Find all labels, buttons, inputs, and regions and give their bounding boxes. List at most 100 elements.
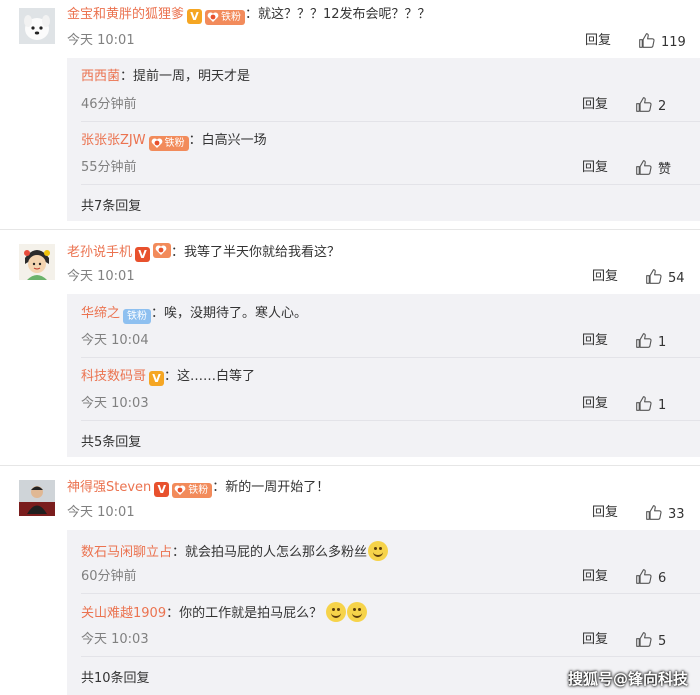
- reply-time: 今天 10:03: [81, 632, 149, 647]
- username-link[interactable]: 老孙说手机: [67, 245, 132, 260]
- divider: [0, 465, 700, 466]
- fan-badge: 铁粉: [205, 10, 246, 25]
- like-count: 33: [668, 507, 685, 522]
- reply-time: 55分钟前: [81, 160, 137, 175]
- smile-emoji-icon: [347, 602, 368, 622]
- thumbs-up-icon: [645, 268, 662, 285]
- reply-button[interactable]: 回复: [582, 96, 608, 114]
- like-count: 1: [658, 335, 667, 350]
- reply-username-link[interactable]: 华缔之: [81, 306, 120, 321]
- comment-line: 老孙说手机 V ：我等了半天你就给我看这？: [67, 243, 340, 262]
- like-button[interactable]: 1: [635, 332, 666, 352]
- thumbs-up-icon: [635, 332, 652, 349]
- reply-text: ：提前一周，明天才是: [120, 69, 251, 84]
- reply-line: 张张张ZJW 铁粉 ：白高兴一场: [81, 132, 267, 151]
- reply-button[interactable]: 回复: [582, 395, 608, 413]
- like-button[interactable]: 119: [638, 32, 686, 52]
- heart-icon: [151, 137, 163, 149]
- comment-text: ：新的一周开始了！: [212, 480, 330, 495]
- fan-badge: 铁粉: [148, 136, 189, 151]
- like-button[interactable]: 5: [635, 631, 666, 651]
- avatar[interactable]: [19, 244, 55, 280]
- divider: [81, 357, 700, 358]
- like-button[interactable]: 1: [635, 395, 666, 415]
- smile-emoji-icon: [326, 602, 347, 622]
- more-replies-link[interactable]: 共10条回复: [81, 670, 150, 688]
- username-link[interactable]: 金宝和黄胖的狐狸爹: [67, 7, 184, 22]
- heart-icon: [207, 11, 219, 23]
- like-button[interactable]: 赞: [635, 159, 671, 179]
- reply-text: ：唉，没期待了。寒人心。: [151, 306, 308, 321]
- comment-text: ：就这？？？12发布会呢？？？: [245, 7, 431, 22]
- thumbs-up-icon: [635, 631, 652, 648]
- thumbs-up-icon: [635, 96, 652, 113]
- reply-line: 华缔之 铁粉 ：唉，没期待了。寒人心。: [81, 305, 307, 324]
- comment-line: 金宝和黄胖的狐狸爹 V 铁粉 ：就这？？？12发布会呢？？？: [67, 6, 431, 25]
- thumbs-up-icon: [638, 32, 655, 49]
- reply-time: 今天 10:03: [81, 396, 149, 411]
- reply-text: ：这……白等了: [164, 369, 256, 384]
- like-button[interactable]: 6: [635, 568, 666, 588]
- avatar[interactable]: [19, 480, 55, 516]
- like-count: 119: [661, 35, 686, 50]
- reply-line: 科技数码哥 V ：这……白等了: [81, 368, 255, 386]
- avatar[interactable]: [19, 8, 55, 44]
- reply-username-link[interactable]: 数石马闲聊立占: [81, 545, 172, 560]
- username-link[interactable]: 神得强Steven: [67, 480, 151, 495]
- reply-button[interactable]: 回复: [592, 268, 618, 286]
- reply-button[interactable]: 回复: [582, 159, 608, 177]
- like-button[interactable]: 33: [645, 504, 685, 524]
- reply-username-link[interactable]: 科技数码哥: [81, 369, 146, 384]
- watermark: 搜狐号@锋向科技: [567, 670, 688, 688]
- fan-badge-label: 铁粉: [188, 485, 209, 496]
- like-count: 54: [668, 271, 685, 286]
- like-button[interactable]: 54: [645, 268, 685, 288]
- fan-badge: 铁粉: [172, 483, 213, 498]
- reply-line: 数石马闲聊立占：就会拍马屁的人怎么那么多粉丝: [81, 541, 389, 562]
- fan-badge-label: 铁粉: [164, 138, 185, 149]
- like-count: 1: [658, 398, 667, 413]
- thumbs-up-icon: [635, 568, 652, 585]
- fan-badge-label: 铁粉: [221, 12, 242, 23]
- reply-button[interactable]: 回复: [585, 32, 611, 50]
- reply-line: 西西菌：提前一周，明天才是: [81, 68, 250, 86]
- reply-username-link[interactable]: 关山难越1909: [81, 606, 166, 621]
- emoji-icon: [368, 541, 389, 561]
- reply-text: ：就会拍马屁的人怎么那么多粉丝: [172, 545, 368, 560]
- reply-text: ：白高兴一场: [188, 133, 267, 148]
- verified-v-icon: V: [149, 371, 165, 386]
- divider: [81, 593, 700, 594]
- comment-time: 今天 10:01: [67, 269, 135, 284]
- fan-badge-label: 铁粉: [127, 311, 148, 322]
- reply-username-link[interactable]: 张张张ZJW: [81, 133, 146, 148]
- heart-icon: [155, 244, 167, 256]
- divider: [0, 229, 700, 230]
- like-label: 赞: [658, 162, 672, 177]
- like-button[interactable]: 2: [635, 96, 666, 116]
- thumbs-up-icon: [645, 504, 662, 521]
- like-count: 2: [658, 99, 667, 114]
- reply-username-link[interactable]: 西西菌: [81, 69, 120, 84]
- reply-button[interactable]: 回复: [582, 631, 608, 649]
- reply-time: 46分钟前: [81, 97, 137, 112]
- divider: [81, 656, 700, 657]
- reply-button[interactable]: 回复: [582, 568, 608, 586]
- comment-time: 今天 10:01: [67, 33, 135, 48]
- more-replies-link[interactable]: 共5条回复: [81, 434, 141, 452]
- reply-time: 今天 10:04: [81, 333, 149, 348]
- comment-text: ：我等了半天你就给我看这？: [171, 245, 341, 260]
- verified-v-icon: V: [135, 247, 151, 262]
- reply-button[interactable]: 回复: [582, 332, 608, 350]
- more-replies-link[interactable]: 共7条回复: [81, 198, 141, 216]
- reply-button[interactable]: 回复: [592, 504, 618, 522]
- comment-time: 今天 10:01: [67, 505, 135, 520]
- divider: [81, 121, 700, 122]
- like-count: 6: [658, 571, 667, 586]
- thumbs-up-icon: [635, 395, 652, 412]
- verified-v-icon: V: [187, 9, 203, 24]
- reply-line: 关山难越1909：你的工作就是拍马屁么？: [81, 602, 368, 623]
- heart-icon: [174, 484, 186, 496]
- reply-list: 华缔之 铁粉 ：唉，没期待了。寒人心。 今天 10:04 回复 1 科技数码哥 V ：这…: [67, 294, 700, 457]
- verified-v-icon: V: [154, 482, 170, 497]
- divider: [81, 420, 700, 421]
